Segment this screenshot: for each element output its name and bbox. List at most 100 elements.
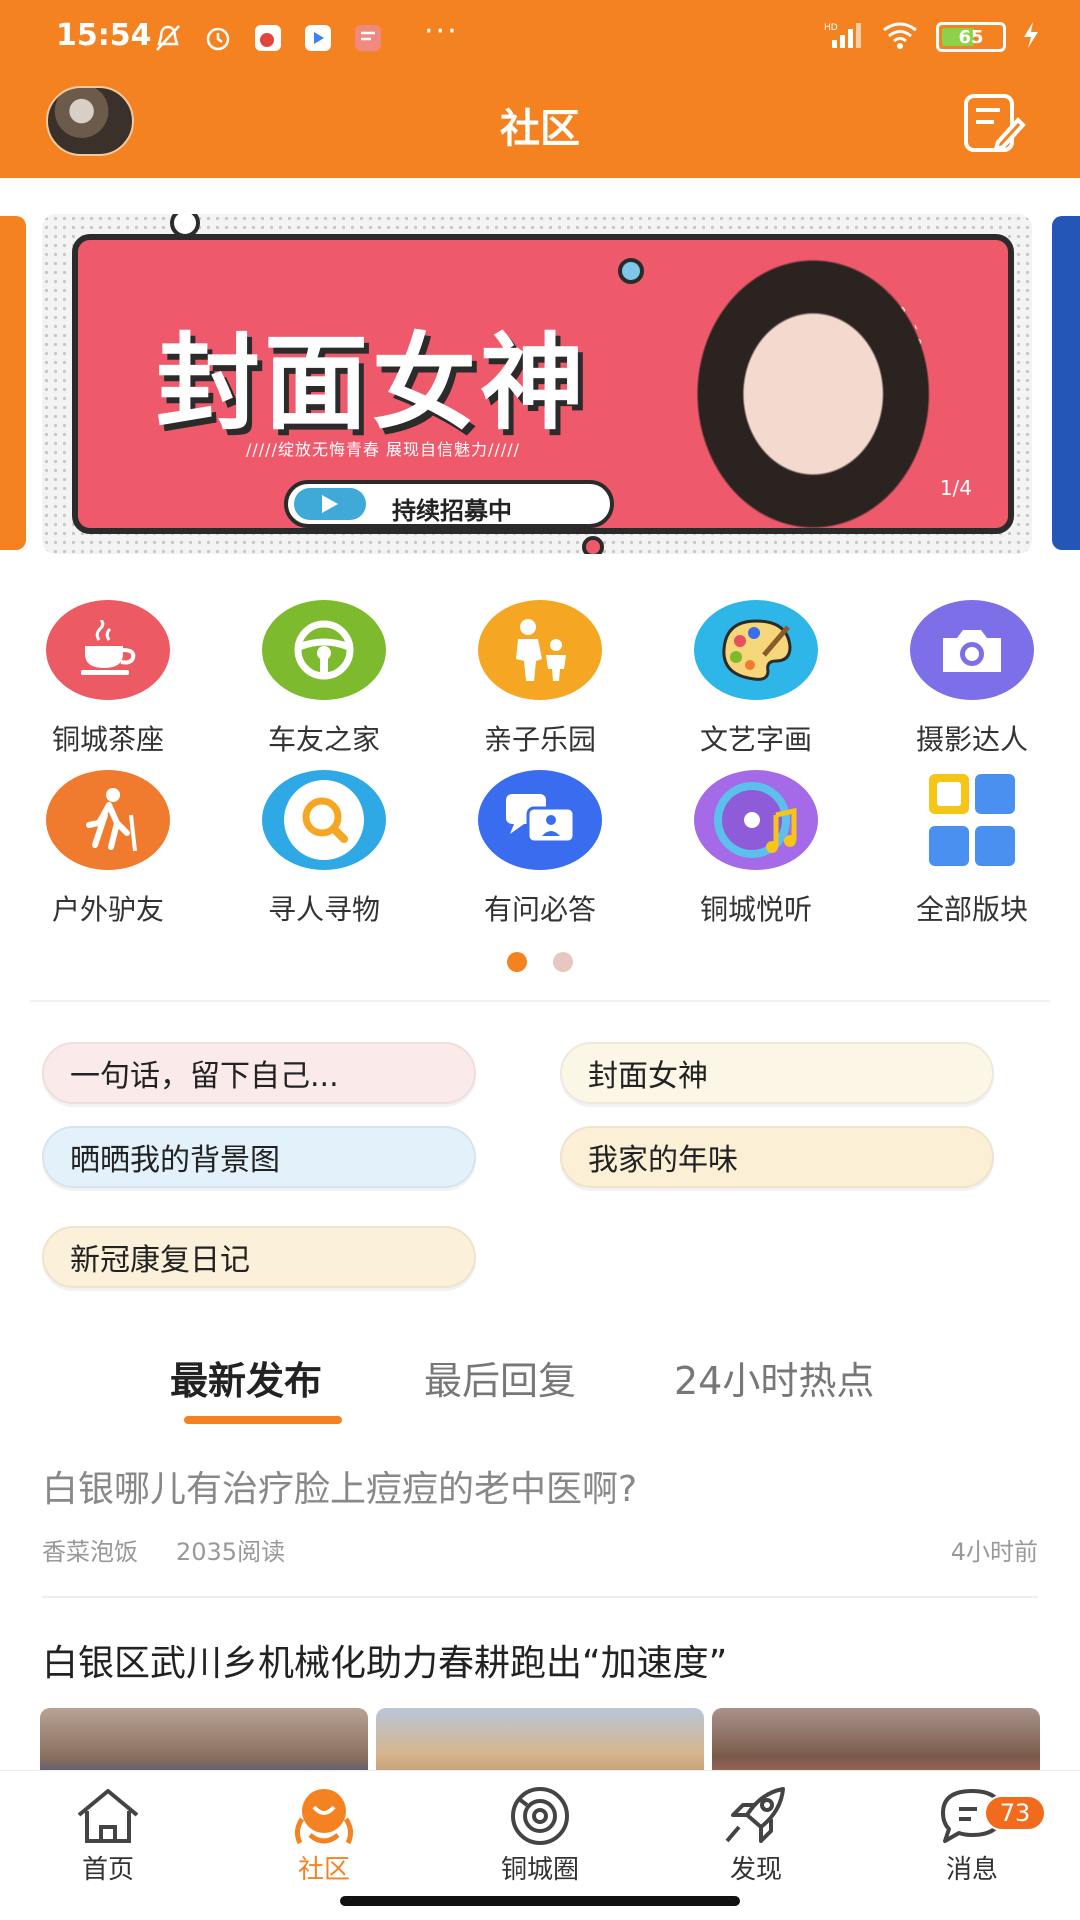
forum-label: 车友之家 bbox=[267, 723, 380, 756]
forum-item-all[interactable]: 全部版块 bbox=[864, 770, 1080, 928]
camera-icon bbox=[910, 600, 1034, 700]
more-notifications-icon: ··· bbox=[424, 14, 459, 49]
forum-label: 文艺字画 bbox=[699, 723, 812, 756]
community-icon bbox=[288, 1785, 360, 1847]
video-app-icon bbox=[300, 20, 336, 56]
tab-latest[interactable]: 最新发布 bbox=[170, 1350, 322, 1405]
status-notification-icons bbox=[150, 20, 386, 56]
forum-label: 有问必答 bbox=[483, 893, 596, 926]
all-sections-icon bbox=[910, 770, 1034, 870]
forum-item-tea[interactable]: 铜城茶座 bbox=[0, 600, 216, 758]
status-system-icons: HD 65 bbox=[824, 20, 1040, 54]
silent-icon bbox=[150, 20, 186, 56]
hiker-icon bbox=[46, 770, 170, 870]
page-title: 社区 bbox=[500, 106, 580, 152]
nav-community[interactable]: 社区 bbox=[216, 1785, 432, 1886]
nav-label: 消息 bbox=[945, 1855, 998, 1885]
charging-icon bbox=[1022, 21, 1040, 53]
feed-tabs: 最新发布 最后回复 24小时热点 bbox=[0, 1350, 1080, 1440]
app-header: 社区 bbox=[0, 78, 1080, 178]
topic-label: 新冠康复日记 bbox=[70, 1243, 250, 1278]
banner-cta-label: 持续招募中 bbox=[392, 497, 512, 525]
battery-level: 65 bbox=[958, 26, 984, 48]
compose-post-button[interactable] bbox=[960, 92, 1026, 154]
post-title[interactable]: 白银哪儿有治疗脸上痘痘的老中医啊? bbox=[42, 1460, 637, 1512]
nav-label: 首页 bbox=[81, 1855, 134, 1885]
forum-label: 铜城悦听 bbox=[699, 893, 812, 926]
forum-label: 寻人寻物 bbox=[267, 893, 380, 926]
tab-24h-hot[interactable]: 24小时热点 bbox=[674, 1350, 874, 1405]
page-dot-active[interactable] bbox=[507, 952, 527, 972]
alarm-icon bbox=[200, 20, 236, 56]
banner-bubble bbox=[582, 536, 604, 554]
magnifier-icon bbox=[262, 770, 386, 870]
nav-home[interactable]: 首页 bbox=[0, 1785, 216, 1886]
tea-cup-icon bbox=[46, 600, 170, 700]
app-notification-icon bbox=[350, 20, 386, 56]
topic-chip[interactable]: 我家的年味 bbox=[560, 1126, 994, 1188]
banner-carousel[interactable]: 封面女神 /////绽放无悔青春 展现自信魅力///// 持续招募中 1/4 bbox=[42, 214, 1032, 554]
grid-page-indicator bbox=[0, 952, 1080, 972]
home-icon bbox=[72, 1785, 144, 1847]
tab-last-reply[interactable]: 最后回复 bbox=[424, 1350, 576, 1405]
rocket-icon bbox=[720, 1785, 792, 1847]
unread-count-badge: 73 bbox=[984, 1795, 1046, 1831]
banner-prev-peek[interactable] bbox=[0, 216, 26, 550]
banner-portrait bbox=[678, 250, 938, 528]
cellular-signal-icon: HD bbox=[824, 20, 864, 54]
forum-label: 亲子乐园 bbox=[483, 723, 596, 756]
play-icon bbox=[294, 488, 366, 520]
banner-page-indicator: 1/4 bbox=[939, 476, 972, 500]
forum-label: 户外驴友 bbox=[51, 893, 164, 926]
status-bar: 15:54 ··· HD 65 bbox=[0, 0, 1080, 78]
banner-cta-button[interactable]: 持续招募中 bbox=[284, 480, 614, 528]
post-meta: 香菜泡饭 2035阅读 bbox=[42, 1532, 285, 1567]
home-indicator[interactable] bbox=[340, 1896, 740, 1906]
forum-label: 摄影达人 bbox=[915, 723, 1028, 756]
nav-label: 发现 bbox=[729, 1855, 782, 1885]
chat-icon bbox=[478, 770, 602, 870]
nav-tongcheng-circle[interactable]: 铜城圈 bbox=[432, 1785, 648, 1886]
svg-text:HD: HD bbox=[824, 23, 838, 33]
post-time: 4小时前 bbox=[950, 1538, 1038, 1566]
forum-item-car[interactable]: 车友之家 bbox=[216, 600, 432, 758]
topic-label: 我家的年味 bbox=[588, 1143, 738, 1178]
banner-subtitle: /////绽放无悔青春 展现自信魅力///// bbox=[246, 440, 520, 459]
banner-card: 封面女神 /////绽放无悔青春 展现自信魅力///// 持续招募中 1/4 bbox=[72, 234, 1014, 534]
steering-wheel-icon bbox=[262, 600, 386, 700]
battery-indicator: 65 bbox=[936, 22, 1006, 52]
post-title[interactable]: 白银区武川乡机械化助力春耕跑出“加速度” bbox=[42, 1634, 727, 1686]
forum-item-audio[interactable]: 铜城悦听 bbox=[648, 770, 864, 928]
palette-icon bbox=[694, 600, 818, 700]
topic-chip[interactable]: 晒晒我的背景图 bbox=[42, 1126, 476, 1188]
banner-bubble bbox=[618, 258, 644, 284]
forum-item-outdoor[interactable]: 户外驴友 bbox=[0, 770, 216, 928]
forum-label: 铜城茶座 bbox=[51, 723, 164, 756]
post-divider bbox=[42, 1596, 1038, 1598]
topic-chip[interactable]: 新冠康复日记 bbox=[42, 1226, 476, 1288]
status-time: 15:54 bbox=[56, 18, 152, 53]
forum-item-art[interactable]: 文艺字画 bbox=[648, 600, 864, 758]
nav-messages[interactable]: 消息 73 bbox=[864, 1785, 1080, 1886]
nav-label: 社区 bbox=[297, 1855, 350, 1885]
forum-item-qa[interactable]: 有问必答 bbox=[432, 770, 648, 928]
forum-item-photography[interactable]: 摄影达人 bbox=[864, 600, 1080, 758]
circle-icon bbox=[504, 1785, 576, 1847]
screen: 15:54 ··· HD 65 社区 封面女神 /////绽放无悔青春 展现自信… bbox=[0, 0, 1080, 1920]
banner-title: 封面女神 bbox=[156, 322, 589, 444]
banner-next-peek[interactable] bbox=[1052, 216, 1080, 550]
forum-item-lost-found[interactable]: 寻人寻物 bbox=[216, 770, 432, 928]
nav-discover[interactable]: 发现 bbox=[648, 1785, 864, 1886]
post-reads: 2035阅读 bbox=[176, 1538, 286, 1566]
post-author[interactable]: 香菜泡饭 bbox=[42, 1532, 138, 1567]
page-dot[interactable] bbox=[553, 952, 573, 972]
section-divider bbox=[30, 1000, 1050, 1002]
topic-chip[interactable]: 一句话，留下自己... bbox=[42, 1042, 476, 1104]
nav-label: 铜城圈 bbox=[500, 1855, 579, 1885]
topic-chip[interactable]: 封面女神 bbox=[560, 1042, 994, 1104]
topic-label: 一句话，留下自己... bbox=[70, 1059, 339, 1094]
wifi-icon bbox=[880, 20, 920, 54]
forum-item-parent-child[interactable]: 亲子乐园 bbox=[432, 600, 648, 758]
music-disc-icon bbox=[694, 770, 818, 870]
topic-label: 晒晒我的背景图 bbox=[70, 1143, 280, 1178]
